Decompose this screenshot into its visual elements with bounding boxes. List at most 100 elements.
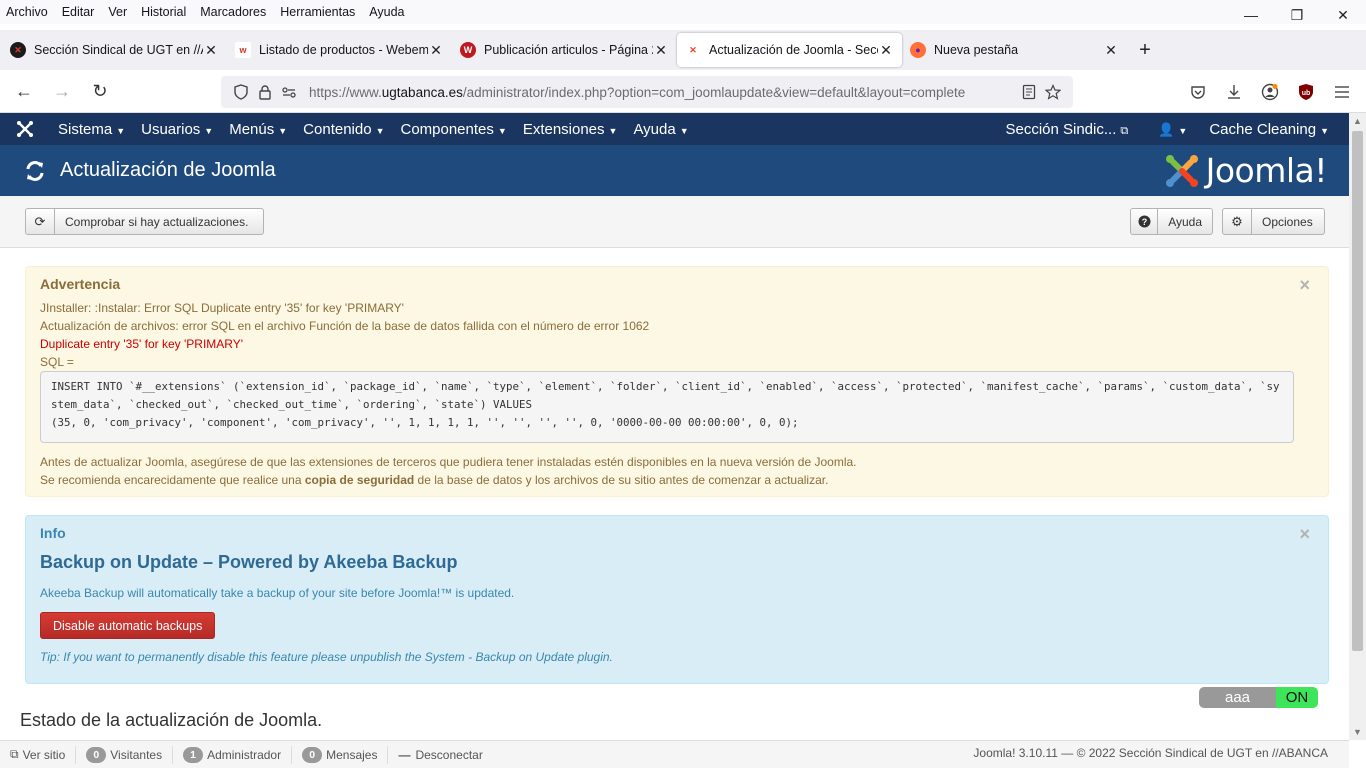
- note-text: de la base de datos y los archivos de su…: [414, 473, 829, 487]
- scroll-up-arrow-icon[interactable]: ▲: [1349, 113, 1366, 129]
- new-tab-button[interactable]: +: [1127, 33, 1163, 67]
- question-icon: ?: [1131, 209, 1159, 234]
- alert-title: Advertencia: [40, 276, 121, 292]
- close-alert-icon[interactable]: ×: [1299, 275, 1310, 296]
- visitors-status[interactable]: 0 Visitantes: [76, 745, 174, 764]
- visitors-label: Visitantes: [110, 747, 163, 762]
- menu-archivo[interactable]: Archivo: [0, 5, 56, 19]
- nav-menus[interactable]: Menús ▼: [221, 121, 295, 138]
- minimize-button[interactable]: —: [1228, 0, 1274, 30]
- messages-status[interactable]: 0 Mensajes: [292, 745, 389, 764]
- shield-icon[interactable]: [229, 80, 253, 104]
- menu-marcadores[interactable]: Marcadores: [194, 5, 274, 19]
- nav-usuarios[interactable]: Usuarios ▼: [133, 121, 221, 138]
- close-alert-icon[interactable]: ×: [1299, 524, 1310, 545]
- tab-nueva[interactable]: ● Nueva pestaña ✕: [902, 33, 1127, 67]
- view-site-link[interactable]: ⧉ Ver sitio: [0, 745, 77, 764]
- page-title: Actualización de Joomla: [60, 159, 276, 181]
- nav-contenido[interactable]: Contenido ▼: [295, 121, 392, 138]
- caret-down-icon: ▼: [1320, 125, 1329, 136]
- close-tab-icon[interactable]: ✕: [653, 42, 669, 59]
- messages-badge: 0: [302, 746, 323, 763]
- svg-text:?: ?: [1141, 217, 1147, 227]
- webempresa-favicon-icon: w: [235, 42, 251, 58]
- warning-alert: × Advertencia JInstaller: :Instalar: Err…: [25, 266, 1329, 497]
- note-emphasis: copia de seguridad: [304, 473, 415, 487]
- nav-ayuda[interactable]: Ayuda ▼: [625, 121, 696, 138]
- reload-button[interactable]: ↻: [82, 75, 118, 107]
- options-button[interactable]: ⚙ Opciones: [1222, 208, 1325, 235]
- lock-icon[interactable]: [253, 80, 277, 104]
- nav-sistema[interactable]: Sistema ▼: [50, 121, 133, 138]
- ublock-icon[interactable]: ub: [1290, 76, 1322, 108]
- restore-button[interactable]: ❐: [1274, 0, 1320, 30]
- tab-publicacion[interactable]: W Publicación articulos - Página 2 ✕: [452, 33, 677, 67]
- pocket-icon[interactable]: [1182, 76, 1214, 108]
- menu-ayuda[interactable]: Ayuda: [363, 5, 412, 19]
- nav-componentes[interactable]: Componentes ▼: [392, 121, 514, 138]
- nav-extensiones[interactable]: Extensiones ▼: [515, 121, 626, 138]
- info-alert: × Info Backup on Update – Powered by Ake…: [25, 515, 1329, 684]
- page-header: Actualización de Joomla Joomla!: [0, 145, 1349, 196]
- nav-label: Ayuda: [633, 120, 676, 138]
- admin-status[interactable]: 1 Administrador: [173, 745, 293, 764]
- nav-label: Menús: [229, 120, 275, 138]
- hamburger-menu-icon[interactable]: [1326, 76, 1358, 108]
- toggle-on-label: ON: [1276, 687, 1318, 708]
- joomla-admin-menu: Sistema ▼ Usuarios ▼ Menús ▼ Contenido ▼ Com…: [0, 113, 1349, 145]
- sql-code-block: INSERT INTO `#__extensions` (`extension_…: [40, 371, 1294, 443]
- account-icon[interactable]: [1254, 76, 1286, 108]
- nav-label: Extensiones: [522, 120, 605, 138]
- forward-button[interactable]: →: [44, 75, 80, 107]
- akeeba-tip: Tip: If you want to permanently disable …: [40, 650, 613, 664]
- tab-webempresa[interactable]: w Listado de productos - Webempresa ✕: [227, 33, 452, 67]
- nav-label: Sistema: [58, 120, 113, 138]
- alert-title: Info: [40, 525, 66, 541]
- check-updates-button[interactable]: ⟳ Comprobar si hay actualizaciones.: [25, 208, 264, 235]
- url-bar[interactable]: https://www.ugtabanca.es/administrator/i…: [221, 76, 1073, 108]
- help-button[interactable]: ? Ayuda: [1130, 208, 1213, 235]
- download-icon[interactable]: [1218, 76, 1250, 108]
- nav-site-link[interactable]: Sección Sindic... ⧉: [997, 121, 1136, 138]
- permissions-icon[interactable]: [277, 80, 301, 104]
- warning-note: Se recomienda encarecidamente que realic…: [40, 471, 828, 489]
- tab-joomla-update[interactable]: ✕ Actualización de Joomla - Sección ✕: [677, 33, 902, 67]
- tab-label: Publicación articulos - Página 2: [484, 43, 653, 57]
- minus-icon: —: [398, 747, 411, 762]
- logout-link[interactable]: — Desconectar: [388, 746, 492, 764]
- scroll-down-arrow-icon[interactable]: ▼: [1349, 724, 1366, 740]
- caret-down-icon: ▼: [116, 125, 126, 136]
- firefox-favicon-icon: ●: [910, 42, 926, 58]
- logout-label: Desconectar: [415, 747, 483, 762]
- site-label: Sección Sindic...: [1005, 120, 1117, 138]
- scrollbar-thumb[interactable]: [1352, 131, 1363, 651]
- nav-cache-cleaning[interactable]: Cache Cleaning ▼: [1201, 121, 1337, 138]
- tab-ugt[interactable]: ✕ Sección Sindical de UGT en //ABANCA ✕: [2, 33, 227, 67]
- back-button[interactable]: ←: [6, 75, 42, 107]
- visitors-badge: 0: [86, 746, 107, 763]
- nav-user-menu[interactable]: 👤 ▼: [1150, 121, 1195, 138]
- reader-view-icon[interactable]: [1017, 80, 1041, 104]
- admin-badge: 1: [183, 746, 204, 763]
- page-scrollbar[interactable]: ▲ ▼: [1349, 113, 1366, 740]
- menu-historial[interactable]: Historial: [135, 5, 194, 19]
- bookmark-star-icon[interactable]: [1041, 80, 1065, 104]
- messages-label: Mensajes: [326, 747, 378, 762]
- navigation-toolbar: ← → ↻ https://www.ugtabanca.es/administr…: [0, 70, 1366, 113]
- menu-herramientas[interactable]: Herramientas: [274, 5, 363, 19]
- on-toggle[interactable]: aaa ON: [1199, 687, 1318, 708]
- refresh-icon: [24, 160, 46, 182]
- close-window-button[interactable]: ✕: [1320, 0, 1366, 30]
- close-tab-icon[interactable]: ✕: [428, 42, 444, 59]
- disable-backups-button[interactable]: Disable automatic backups: [40, 612, 216, 639]
- button-label: Opciones: [1262, 214, 1313, 229]
- warning-note: Antes de actualizar Joomla, asegúrese de…: [40, 455, 857, 469]
- menu-editar[interactable]: Editar: [56, 5, 103, 19]
- menu-ver[interactable]: Ver: [102, 5, 135, 19]
- close-tab-icon[interactable]: ✕: [203, 42, 219, 59]
- joomla-logo-icon[interactable]: [0, 113, 50, 145]
- toggle-left-label: aaa: [1199, 687, 1276, 708]
- close-tab-icon[interactable]: ✕: [878, 42, 894, 59]
- close-tab-icon[interactable]: ✕: [1103, 42, 1119, 59]
- url-text[interactable]: https://www.ugtabanca.es/administrator/i…: [301, 85, 1017, 100]
